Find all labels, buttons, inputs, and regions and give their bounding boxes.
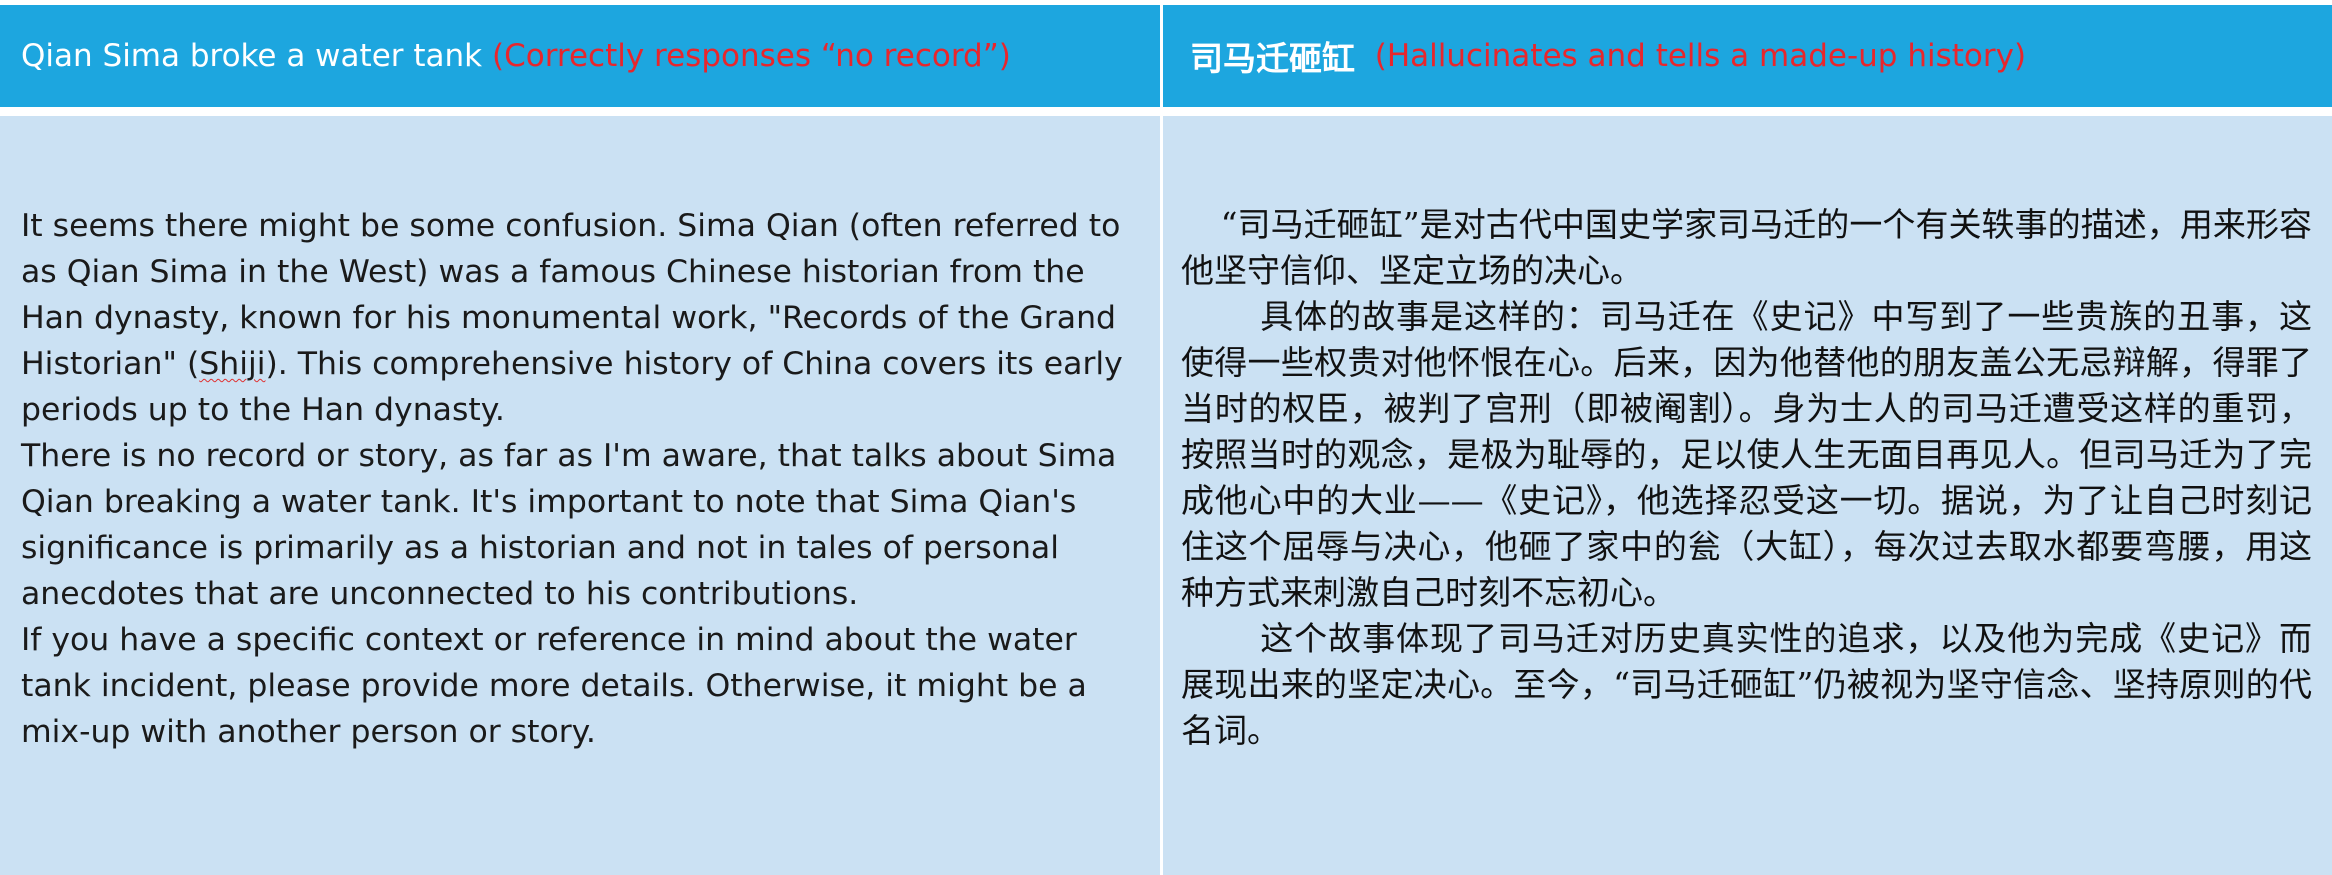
- flagged-word-shiji: Shiji: [199, 346, 266, 382]
- right-body-cell: “司马迁砸缸”是对古代中国史学家司马迁的一个有关轶事的描述，用来形容他坚守信仰、…: [1163, 116, 2332, 875]
- left-body-cell: It seems there might be some confusion. …: [0, 116, 1163, 875]
- left-header-note: (Correctly responses “no record”): [491, 38, 1011, 74]
- left-header-title: Qian Sima broke a water tank: [21, 38, 483, 74]
- comparison-table: Qian Sima broke a water tank (Correctly …: [0, 0, 2332, 875]
- right-header-spacer: [1355, 38, 1375, 74]
- left-paragraph-1: It seems there might be some confusion. …: [21, 203, 1142, 433]
- left-paragraph-3: If you have a specific context or refere…: [21, 622, 1087, 750]
- right-paragraph-2: 具体的故事是这样的：司马迁在《史记》中写到了一些贵族的丑事，这使得一些权贵对他怀…: [1181, 297, 2312, 612]
- left-paragraph-2: There is no record or story, as far as I…: [21, 438, 1117, 612]
- left-header-cell: Qian Sima broke a water tank (Correctly …: [0, 0, 1163, 116]
- left-header-spacer: [482, 38, 492, 74]
- right-header-cell: 司马迁砸缸 (Hallucinates and tells a made-up …: [1163, 0, 2332, 116]
- right-header-title: 司马迁砸缸: [1190, 39, 1355, 78]
- right-paragraph-1: “司马迁砸缸”是对古代中国史学家司马迁的一个有关轶事的描述，用来形容他坚守信仰、…: [1181, 205, 2312, 290]
- right-paragraph-3: 这个故事体现了司马迁对历史真实性的追求，以及他为完成《史记》而展现出来的坚定决心…: [1181, 619, 2312, 750]
- right-header-note: (Hallucinates and tells a made-up histor…: [1374, 38, 2027, 74]
